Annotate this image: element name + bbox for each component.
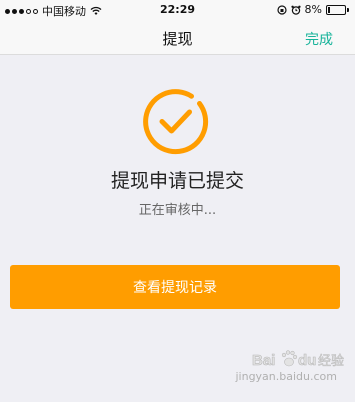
- baidu-logo-icon: Bai du 经验: [252, 350, 344, 369]
- result-title: 提现申请已提交: [110, 170, 244, 192]
- done-button[interactable]: 完成: [305, 29, 333, 49]
- status-bar: 中国移动 22:29 8%: [0, 0, 355, 20]
- view-withdrawal-records-label: 查看提现记录: [133, 280, 217, 296]
- page-title: 提现: [162, 30, 193, 48]
- screen: 中国移动 22:29 8% 提现 完成 提现申请已提交 正在审核中... 查看提…: [0, 0, 355, 402]
- svg-text:Bai: Bai: [252, 352, 275, 369]
- orientation-lock-icon: [276, 4, 287, 15]
- alarm-clock-icon: [290, 5, 301, 15]
- baidu-jingyan-watermark: Bai du 经验 jingyan.baidu.com: [235, 348, 345, 388]
- svg-text:du: du: [298, 352, 316, 369]
- watermark-url: jingyan.baidu.com: [235, 370, 337, 383]
- battery-percent: 8%: [304, 3, 322, 16]
- status-right: 8%: [276, 3, 349, 16]
- navigation-bar: 提现 完成: [0, 20, 355, 55]
- battery-icon: [326, 4, 349, 15]
- svg-text:经验: 经验: [318, 353, 344, 369]
- result-subtitle: 正在审核中...: [138, 203, 217, 218]
- view-withdrawal-records-button[interactable]: 查看提现记录: [10, 265, 340, 309]
- success-check-icon: [143, 89, 209, 155]
